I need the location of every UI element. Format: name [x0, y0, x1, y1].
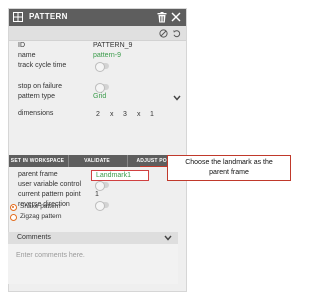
chevron-down-icon[interactable] — [164, 235, 172, 241]
zigzag-pattern-label: Zigzag pattern — [20, 213, 62, 220]
comments-header[interactable]: Comments — [8, 232, 178, 244]
user-variable-control-toggle[interactable] — [95, 181, 109, 191]
validate-button[interactable]: VALIDATE — [68, 155, 125, 167]
name-label: name — [18, 52, 36, 59]
stop-on-failure-toggle[interactable] — [95, 83, 109, 93]
comments-title: Comments — [17, 234, 51, 241]
reverse-direction-toggle[interactable] — [95, 201, 109, 211]
annotation-callout: Choose the landmark as the parent frame — [167, 155, 291, 181]
set-in-workspace-button[interactable]: SET IN WORKSPACE — [9, 155, 66, 167]
track-cycle-time-label: track cycle time — [18, 62, 67, 69]
snake-pattern-radio[interactable] — [10, 204, 17, 211]
chevron-down-icon[interactable] — [173, 95, 181, 101]
trash-icon[interactable] — [157, 12, 167, 23]
parent-frame-label: parent frame — [18, 171, 58, 178]
dimension-z[interactable]: 1 — [150, 111, 154, 119]
dimension-separator: x — [110, 111, 114, 118]
comments-textarea[interactable]: Enter comments here. — [8, 244, 178, 284]
block-icon[interactable] — [159, 29, 168, 38]
callout-line-1: Choose the landmark as the — [185, 159, 273, 166]
pattern-type-select[interactable]: Grid — [93, 93, 106, 101]
dimension-separator: x — [137, 111, 141, 118]
track-cycle-time-toggle[interactable] — [95, 62, 109, 72]
pattern-type-label: pattern type — [18, 93, 55, 100]
undo-icon[interactable] — [172, 29, 181, 38]
panel-title: PATTERN — [29, 12, 68, 21]
grid-icon — [13, 12, 23, 22]
zigzag-pattern-radio[interactable] — [10, 214, 17, 221]
callout-connector — [140, 166, 167, 167]
callout-line-2: parent frame — [209, 169, 249, 176]
user-variable-control-label: user variable control — [18, 181, 82, 188]
panel-titlebar: PATTERN — [9, 9, 186, 26]
dimension-x[interactable]: 2 — [96, 111, 100, 119]
close-icon[interactable] — [171, 12, 181, 22]
name-value[interactable]: pattern-9 — [93, 52, 121, 60]
current-pattern-point-label: current pattern point — [18, 191, 81, 198]
id-label: ID — [18, 42, 25, 49]
stop-on-failure-label: stop on failure — [18, 83, 62, 90]
dimension-y[interactable]: 3 — [123, 111, 127, 119]
dimensions-label: dimensions — [18, 110, 54, 117]
comments-placeholder: Enter comments here. — [16, 252, 85, 259]
parent-frame-select[interactable]: Landmark1 — [91, 170, 149, 181]
id-value: PATTERN_9 — [93, 42, 133, 49]
panel-toolbar — [9, 26, 186, 41]
snake-pattern-label: Snake pattern — [20, 203, 61, 210]
current-pattern-point-value[interactable]: 1 — [95, 191, 99, 199]
